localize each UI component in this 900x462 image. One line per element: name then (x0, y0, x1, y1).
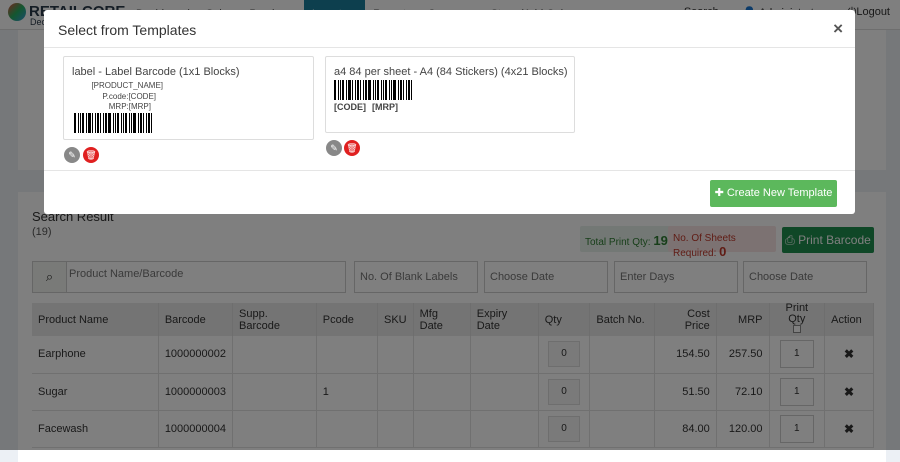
template-modal: Select from Templates × label - Label Ba… (44, 10, 855, 214)
delete-icon[interactable]: 🗑 (344, 140, 360, 156)
template-field: MRP:[MRP] (108, 102, 151, 111)
template-code: [CODE] (334, 102, 366, 112)
create-template-button[interactable]: ✚ Create New Template (710, 180, 837, 207)
barcode-image (334, 80, 418, 100)
template-card[interactable]: label - Label Barcode (1x1 Blocks) [PROD… (63, 56, 314, 140)
template-name: a4 84 per sheet - A4 (84 Stickers) (4x21… (334, 66, 568, 78)
delete-icon[interactable]: 🗑 (83, 147, 99, 163)
template-name: label - Label Barcode (1x1 Blocks) (72, 66, 240, 78)
close-icon[interactable]: × (833, 19, 843, 39)
modal-title: Select from Templates (58, 22, 197, 38)
modal-header: Select from Templates × (44, 10, 855, 48)
template-field: P.code:[CODE] (102, 92, 156, 101)
template-card[interactable]: a4 84 per sheet - A4 (84 Stickers) (4x21… (325, 56, 575, 133)
edit-icon[interactable]: ✎ (64, 147, 80, 163)
plus-icon: ✚ (714, 187, 727, 199)
edit-icon[interactable]: ✎ (326, 140, 342, 156)
template-field: [PRODUCT_NAME] (91, 81, 163, 90)
barcode-image (74, 113, 156, 133)
template-mrp: [MRP] (372, 102, 398, 112)
